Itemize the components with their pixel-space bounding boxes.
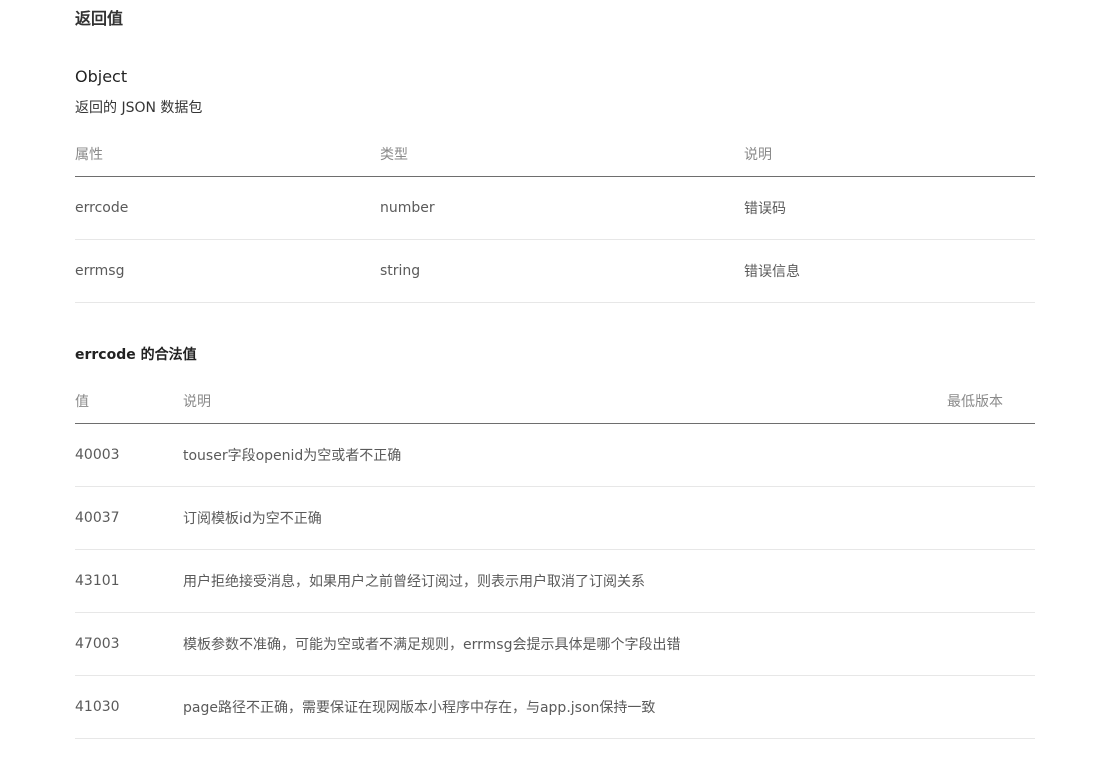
errcode-min-version — [947, 675, 1035, 739]
errcode-description: page路径不正确，需要保证在现网版本小程序中存在，与app.json保持一致 — [183, 675, 947, 739]
table-row: 43101 用户拒绝接受消息，如果用户之前曾经订阅过，则表示用户取消了订阅关系 — [75, 549, 1035, 613]
errcode-value: 40037 — [75, 486, 183, 550]
table-header-row: 属性 类型 说明 — [75, 132, 1035, 177]
errcode-value: 43101 — [75, 549, 183, 613]
errcode-description: 订阅模板id为空不正确 — [183, 486, 947, 550]
property-type: string — [380, 239, 744, 303]
column-header-type: 类型 — [380, 132, 744, 177]
column-header-min-version: 最低版本 — [947, 379, 1035, 424]
errcode-min-version — [947, 423, 1035, 487]
return-type-name: Object — [75, 67, 128, 86]
errcode-value: 40003 — [75, 423, 183, 487]
errcode-value: 41030 — [75, 675, 183, 739]
table-row: errmsg string 错误信息 — [75, 239, 1035, 303]
property-name: errcode — [75, 176, 380, 240]
table-row: errcode number 错误码 — [75, 176, 1035, 240]
errcode-values-table: 值 说明 最低版本 40003 touser字段openid为空或者不正确 40… — [75, 379, 1035, 739]
errcode-description: 模板参数不准确，可能为空或者不满足规则，errmsg会提示具体是哪个字段出错 — [183, 612, 947, 676]
table-row: 41030 page路径不正确，需要保证在现网版本小程序中存在，与app.jso… — [75, 675, 1035, 739]
return-properties-table: 属性 类型 说明 errcode number 错误码 errmsg strin… — [75, 132, 1035, 303]
errcode-min-version — [947, 549, 1035, 613]
property-description: 错误信息 — [744, 239, 1035, 303]
column-header-description: 说明 — [744, 132, 1035, 177]
property-type: number — [380, 176, 744, 240]
table-row: 47003 模板参数不准确，可能为空或者不满足规则，errmsg会提示具体是哪个… — [75, 612, 1035, 676]
column-header-value: 值 — [75, 379, 183, 424]
errcode-description: touser字段openid为空或者不正确 — [183, 423, 947, 487]
property-name: errmsg — [75, 239, 380, 303]
table-row: 40037 订阅模板id为空不正确 — [75, 486, 1035, 550]
return-type-description: 返回的 JSON 数据包 — [75, 100, 203, 116]
section-heading: 返回值 — [75, 9, 124, 28]
column-header-description: 说明 — [183, 379, 947, 424]
errcode-value: 47003 — [75, 612, 183, 676]
table-row: 40003 touser字段openid为空或者不正确 — [75, 423, 1035, 487]
column-header-property: 属性 — [75, 132, 380, 177]
errcode-min-version — [947, 612, 1035, 676]
errcode-description: 用户拒绝接受消息，如果用户之前曾经订阅过，则表示用户取消了订阅关系 — [183, 549, 947, 613]
errcode-min-version — [947, 486, 1035, 550]
errcode-values-heading: errcode 的合法值 — [75, 347, 197, 363]
table-header-row: 值 说明 最低版本 — [75, 379, 1035, 424]
property-description: 错误码 — [744, 176, 1035, 240]
